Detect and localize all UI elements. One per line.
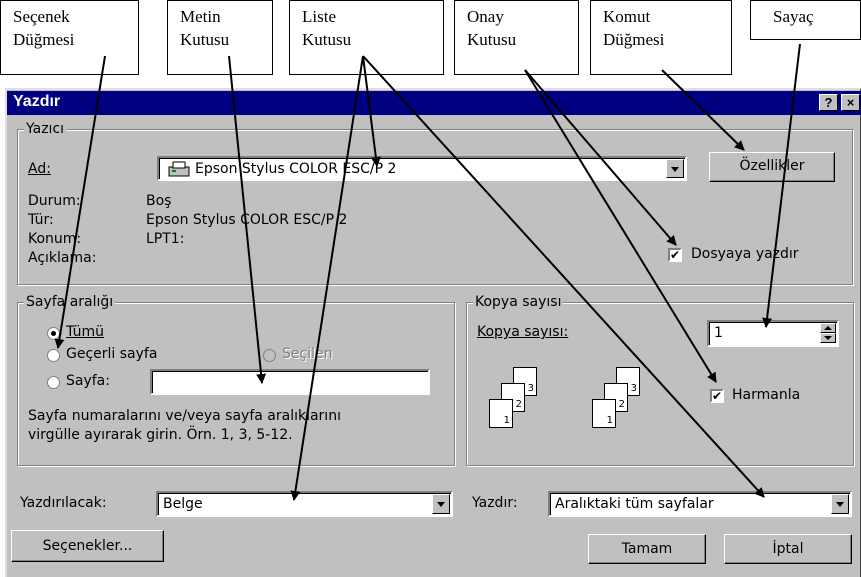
chevron-down-icon[interactable] [831, 494, 849, 514]
all-pages-radio[interactable] [47, 327, 60, 340]
callout-check-box: Onay Kutusu [454, 0, 579, 75]
type-value: Epson Stylus COLOR ESC/P 2 [146, 212, 348, 228]
copies-count-spinner[interactable]: 1 [707, 320, 839, 347]
copies-group-label: Kopya sayısı [473, 294, 564, 310]
callout-list-box: Liste Kutusu [289, 0, 444, 75]
copies-count-label: Kopya sayısı: [477, 324, 569, 340]
printer-group-label: Yazıcı [24, 121, 67, 137]
uncollated-pages-icon: 3 2 1 [489, 367, 549, 437]
page-range-hint-line1: Sayfa numaralarını ve/veya sayfa aralıkl… [28, 408, 341, 424]
printer-name-dropdown[interactable]: Epson Stylus COLOR ESC/P 2 [157, 156, 687, 181]
print-what-dropdown[interactable]: Belge [156, 491, 453, 517]
print-range-dropdown[interactable]: Aralıktaki tüm sayfalar [548, 491, 852, 517]
page-range-hint-line2: virgülle ayırarak girin. Örn. 1, 3, 5-12… [28, 427, 293, 443]
callout-option-button: Seçenek Düğmesi [0, 0, 139, 75]
properties-button[interactable]: Özellikler [709, 152, 835, 182]
callout-text: Onay [467, 7, 504, 26]
print-to-file-label[interactable]: Dosyaya yazdır [691, 246, 799, 262]
page-range-group-label: Sayfa aralığı [24, 294, 116, 310]
print-what-label: Yazdırılacak: [20, 495, 107, 511]
close-button[interactable]: × [841, 94, 860, 111]
selection-label: Seçilen [282, 346, 333, 362]
chevron-down-icon[interactable] [666, 159, 684, 178]
status-label: Durum: [28, 193, 81, 209]
options-button[interactable]: Seçenekler... [11, 530, 164, 562]
cancel-button[interactable]: İptal [724, 534, 852, 564]
where-value: LPT1: [146, 231, 185, 247]
callout-text: Düğmesi [603, 30, 665, 49]
pages-input[interactable] [150, 369, 430, 395]
all-pages-label[interactable]: Tümü [66, 324, 104, 340]
current-page-label[interactable]: Geçerli sayfa [66, 346, 157, 362]
collated-pages-icon: 3 2 1 [592, 367, 652, 437]
print-range-value: Aralıktaki tüm sayfalar [555, 496, 714, 512]
spinner-up-icon[interactable] [820, 323, 836, 333]
callout-command-button: Komut Düğmesi [590, 0, 732, 75]
callout-text: Liste [302, 7, 336, 26]
print-what-value: Belge [163, 496, 203, 512]
status-value: Boş [146, 193, 172, 209]
callout-text: Sayaç [773, 7, 814, 26]
print-label: Yazdır: [472, 495, 518, 511]
callout-text-box: Metin Kutusu [167, 0, 273, 75]
print-dialog: Yazdır ? × Yazıcı Ad: Epson Stylus COLOR… [5, 88, 861, 577]
ok-button[interactable]: Tamam [588, 534, 706, 564]
type-label: Tür: [28, 212, 54, 228]
printer-name-value: Epson Stylus COLOR ESC/P 2 [195, 161, 397, 177]
callout-text: Kutusu [302, 30, 352, 49]
chevron-down-icon[interactable] [432, 494, 450, 514]
printer-icon [168, 161, 190, 177]
dialog-title: Yazdır [13, 93, 61, 110]
callout-text: Komut [603, 7, 651, 26]
pages-radio[interactable] [47, 376, 60, 389]
help-button[interactable]: ? [819, 94, 838, 111]
collate-checkbox[interactable]: ✔ [710, 389, 724, 403]
callout-counter: Sayaç [750, 0, 861, 40]
title-bar[interactable]: Yazdır ? × [7, 91, 861, 115]
selection-radio [263, 349, 276, 362]
current-page-radio[interactable] [47, 349, 60, 362]
collate-label[interactable]: Harmanla [732, 387, 800, 403]
callout-text: Düğmesi [13, 30, 75, 49]
callout-text: Seçenek [13, 7, 70, 26]
comment-label: Açıklama: [28, 250, 97, 266]
callout-text: Metin [180, 7, 221, 26]
pages-label[interactable]: Sayfa: [66, 373, 110, 389]
callout-text: Kutusu [180, 30, 230, 49]
callout-text: Kutusu [467, 30, 517, 49]
copies-count-value: 1 [714, 325, 723, 341]
page-icon: 1 [489, 399, 513, 428]
printer-name-label: Ad: [28, 161, 51, 177]
page-icon: 1 [592, 399, 616, 428]
where-label: Konum: [28, 231, 82, 247]
spinner-down-icon[interactable] [820, 333, 836, 343]
print-to-file-checkbox[interactable]: ✔ [668, 248, 682, 262]
